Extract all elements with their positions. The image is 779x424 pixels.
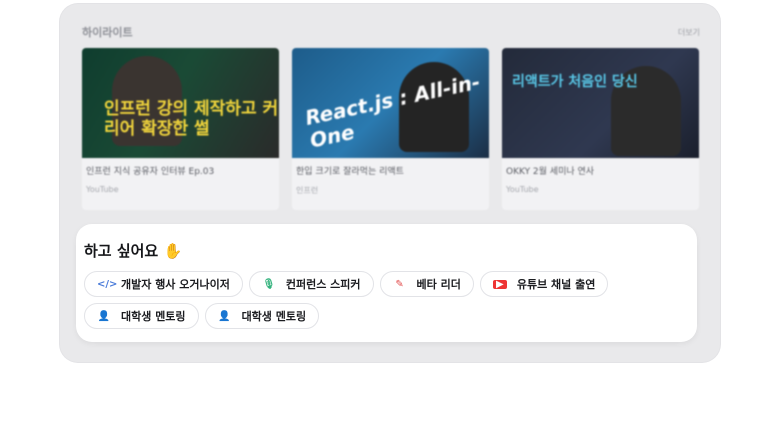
video-thumbnail: 리액트가 처음인 당신 [502, 48, 699, 158]
highlight-name: OKKY 2월 세미나 연사 [506, 167, 595, 177]
highlight-grid: 인프런 강의 제작하고 커리어 확장한 썰 인프런 지식 공유자 인터뷰 Ep.… [82, 48, 700, 210]
chip-mentoring[interactable]: 👤 대학생 멘토링 [204, 303, 320, 329]
highlight-card[interactable]: React.js : All-in-One 한입 크기로 잘라먹는 리액트 인프… [292, 48, 489, 210]
chip-mentoring[interactable]: 👤 대학생 멘토링 [84, 303, 199, 329]
youtube-icon: ▶ [492, 279, 507, 289]
want-to-do-card: 하고 싶어요 ✋ </> 개발자 행사 오거나이저 🎙 컨퍼런스 스피커 ✎ 베… [76, 224, 697, 342]
code-icon: </> [97, 278, 118, 290]
chip-label: 컨퍼런스 스피커 [285, 278, 361, 291]
thumbnail-text: 리액트가 처음인 당신 [512, 74, 638, 90]
chip-youtube[interactable]: ▶ 유튜브 채널 출연 [479, 271, 609, 297]
more-link[interactable]: 더보기 [678, 27, 700, 38]
highlight-name: 인프런 지식 공유자 인터뷰 Ep.03 [86, 167, 215, 177]
chip-label: 개발자 행사 오거나이저 [121, 278, 230, 291]
highlight-source: YouTube [506, 185, 539, 194]
chip-label: 대학생 멘토링 [241, 310, 307, 323]
video-thumbnail: 인프런 강의 제작하고 커리어 확장한 썰 [82, 48, 279, 158]
chip-list: </> 개발자 행사 오거나이저 🎙 컨퍼런스 스피커 ✎ 베타 리더 ▶ 유튜… [84, 271, 689, 335]
pen-icon: ✎ [395, 278, 404, 290]
video-thumbnail: React.js : All-in-One [292, 48, 489, 158]
highlight-source: YouTube [86, 185, 119, 194]
highlight-name: 한입 크기로 잘라먹는 리액트 [296, 167, 404, 177]
highlight-source: 인프런 [296, 186, 319, 195]
highlight-header: 하이라이트 더보기 [82, 22, 700, 42]
chip-label: 유튜브 채널 출연 [516, 278, 596, 291]
chip-label: 대학생 멘토링 [121, 310, 186, 323]
highlight-section: 하이라이트 더보기 인프런 강의 제작하고 커리어 확장한 썰 인프런 지식 공… [82, 22, 700, 210]
chip-organizer[interactable]: </> 개발자 행사 오거나이저 [84, 271, 243, 297]
chip-beta-reader[interactable]: ✎ 베타 리더 [379, 271, 474, 297]
highlight-card[interactable]: 인프런 강의 제작하고 커리어 확장한 썰 인프런 지식 공유자 인터뷰 Ep.… [82, 48, 279, 210]
chip-label: 베타 리더 [416, 278, 461, 291]
mentoring-icon: 👤 [218, 310, 231, 322]
mic-icon: 🎙 [262, 278, 276, 290]
chip-speaker[interactable]: 🎙 컨퍼런스 스피커 [248, 271, 374, 297]
mentoring-icon: 👤 [97, 310, 111, 322]
highlight-title: 하이라이트 [82, 26, 133, 39]
highlight-card[interactable]: 리액트가 처음인 당신 OKKY 2월 세미나 연사 YouTube [502, 48, 699, 210]
thumbnail-text: 인프런 강의 제작하고 커리어 확장한 썰 [104, 99, 279, 139]
want-to-do-title: 하고 싶어요 ✋ [84, 242, 183, 260]
